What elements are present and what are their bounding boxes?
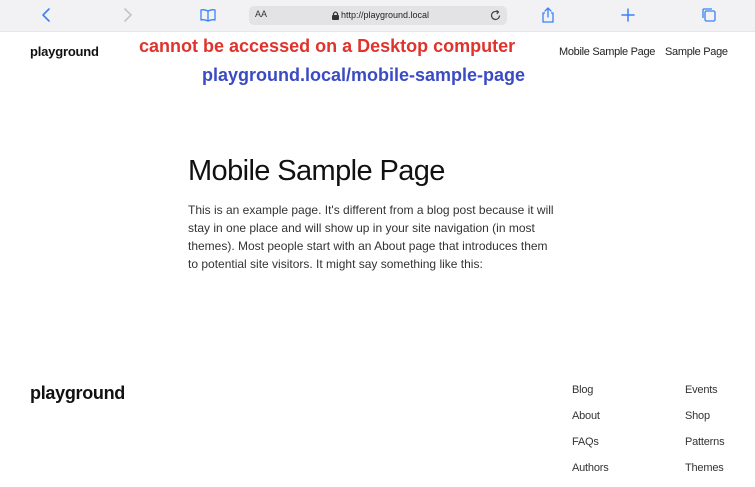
- browser-toolbar: AA http://playground.local: [0, 0, 755, 32]
- footer-link-patterns[interactable]: Patterns: [685, 435, 725, 461]
- lock-icon: [332, 11, 339, 20]
- footer-link-events[interactable]: Events: [685, 383, 724, 409]
- share-button[interactable]: [536, 4, 560, 26]
- forward-button[interactable]: [115, 4, 139, 26]
- footer-link-shop[interactable]: Shop: [685, 409, 724, 435]
- plus-icon: [621, 8, 635, 22]
- new-tab-button[interactable]: [616, 4, 640, 26]
- desktop-warning-text: cannot be accessed on a Desktop computer: [139, 36, 516, 56]
- footer-link-authors[interactable]: Authors: [572, 461, 609, 487]
- footer-column-2: Events Shop Patterns Themes: [685, 383, 725, 487]
- address-bar[interactable]: AA http://playground.local: [249, 6, 507, 25]
- page-body-text: This is an example page. It's different …: [188, 203, 554, 271]
- chevron-right-icon: [124, 8, 132, 22]
- mobile-page-url-text: playground.local/mobile-sample-page: [202, 65, 526, 85]
- tabs-button[interactable]: [697, 4, 721, 26]
- nav-link-sample-page[interactable]: Sample Page: [665, 46, 728, 58]
- site-title[interactable]: playground: [30, 44, 99, 59]
- reader-aa-button[interactable]: AA: [255, 9, 267, 19]
- footer-link-themes[interactable]: Themes: [685, 461, 724, 487]
- page-title: Mobile Sample Page: [188, 155, 445, 187]
- reload-icon[interactable]: [489, 9, 502, 22]
- url-text: http://playground.local: [341, 10, 430, 20]
- back-button[interactable]: [35, 4, 59, 26]
- chevron-left-icon: [42, 8, 50, 22]
- footer-link-about[interactable]: About: [572, 409, 609, 435]
- footer-link-blog[interactable]: Blog: [572, 383, 609, 409]
- footer-column-1: Blog About FAQs Authors: [572, 383, 609, 487]
- footer-site-title[interactable]: playground: [30, 383, 125, 404]
- footer-link-faqs[interactable]: FAQs: [572, 435, 609, 461]
- nav-link-mobile-sample-page[interactable]: Mobile Sample Page: [559, 46, 655, 58]
- bookmarks-button[interactable]: [196, 4, 220, 26]
- share-icon: [542, 7, 554, 23]
- tabs-icon: [702, 8, 716, 22]
- book-icon: [200, 9, 216, 22]
